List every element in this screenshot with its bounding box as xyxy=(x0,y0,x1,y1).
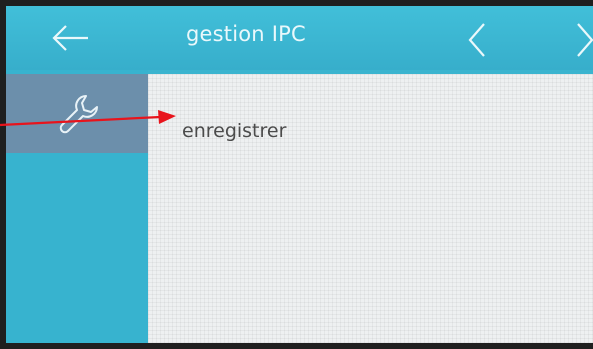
sidebar-item-settings[interactable] xyxy=(6,74,148,153)
chevron-left-icon xyxy=(468,23,485,57)
page-title: gestion IPC xyxy=(186,22,306,46)
content-panel: enregistrer xyxy=(148,74,593,343)
device-screen: gestion IPC enregistrer xyxy=(0,0,593,349)
wrench-icon xyxy=(59,95,98,134)
chevron-right-icon xyxy=(577,23,593,57)
next-button[interactable] xyxy=(570,20,593,60)
previous-button[interactable] xyxy=(462,20,492,60)
arrow-left-icon xyxy=(52,25,88,51)
menu-item-enregistrer[interactable]: enregistrer xyxy=(182,120,286,142)
header-bar: gestion IPC xyxy=(6,6,593,70)
back-button[interactable] xyxy=(48,20,92,56)
sidebar xyxy=(6,70,148,343)
display-area: gestion IPC enregistrer xyxy=(6,6,593,343)
